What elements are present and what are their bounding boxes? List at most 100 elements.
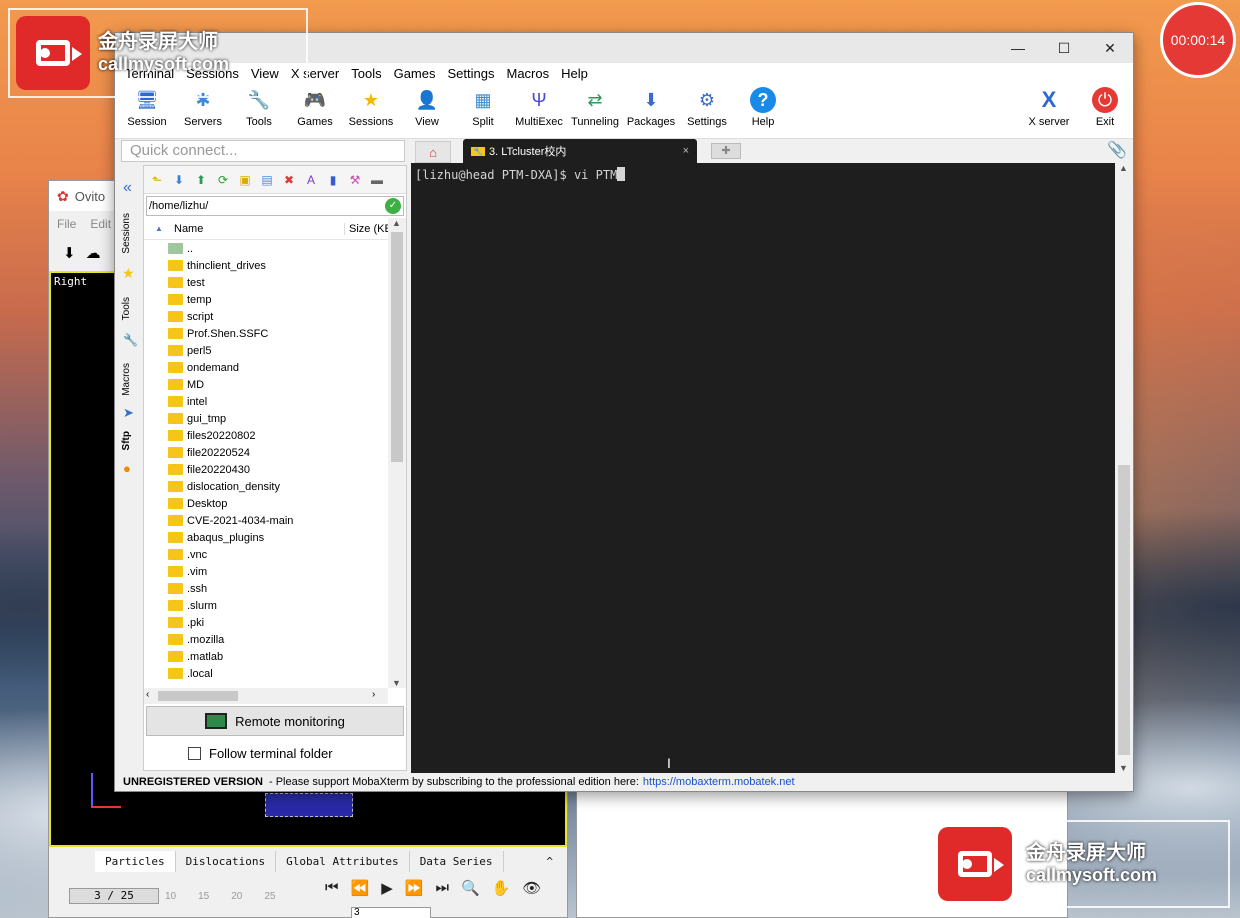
column-name[interactable]: Name bbox=[174, 223, 344, 235]
quick-connect-input[interactable]: Quick connect... bbox=[121, 140, 405, 162]
menu-games[interactable]: Games bbox=[388, 66, 442, 81]
file-row[interactable]: .vim bbox=[144, 563, 388, 580]
maximize-icon[interactable]: ☐ bbox=[1041, 33, 1087, 63]
side-tab-sessions[interactable]: Sessions bbox=[121, 213, 137, 254]
file-row[interactable]: .matlab bbox=[144, 648, 388, 665]
pan-hand-icon[interactable]: ✋ bbox=[492, 879, 511, 897]
rename-icon[interactable]: A bbox=[302, 171, 320, 189]
chevron-up-icon[interactable]: ^ bbox=[536, 851, 563, 872]
minimize-icon[interactable]: — bbox=[995, 33, 1041, 63]
file-row[interactable]: temp bbox=[144, 291, 388, 308]
hscroll-thumb[interactable] bbox=[158, 691, 238, 701]
file-row[interactable]: .pki bbox=[144, 614, 388, 631]
file-row[interactable]: files20220802 bbox=[144, 427, 388, 444]
cloud-download-icon[interactable]: ☁ bbox=[86, 244, 101, 262]
toolbar-packages-button[interactable]: ⬇ Packages bbox=[623, 83, 679, 129]
settings-wand-icon[interactable]: ⚒ bbox=[346, 171, 364, 189]
first-frame-icon[interactable]: ⏮ bbox=[325, 879, 339, 897]
file-row[interactable]: dislocation_density bbox=[144, 478, 388, 495]
close-tab-icon[interactable]: × bbox=[683, 145, 689, 157]
file-row[interactable]: .. bbox=[144, 240, 388, 257]
tools-icon[interactable]: 🔧 bbox=[123, 333, 138, 347]
upload-icon[interactable]: ⬆ bbox=[192, 171, 210, 189]
tab-dislocations[interactable]: Dislocations bbox=[176, 850, 277, 872]
toolbar-x-server-button[interactable]: X X server bbox=[1021, 83, 1077, 128]
file-row[interactable]: perl5 bbox=[144, 342, 388, 359]
tab-global-attributes[interactable]: Global Attributes bbox=[276, 850, 410, 872]
refresh-icon[interactable]: ⟳ bbox=[214, 171, 232, 189]
file-list-hscroll[interactable]: ‹ › bbox=[144, 688, 388, 704]
follow-terminal-folder[interactable]: Follow terminal folder bbox=[188, 746, 333, 761]
menu-help[interactable]: Help bbox=[555, 66, 594, 81]
scroll-up-icon[interactable]: ▲ bbox=[392, 218, 401, 228]
new-folder-icon[interactable]: ▣ bbox=[236, 171, 254, 189]
terminal-scrollbar[interactable]: ▲ ▼ bbox=[1115, 163, 1133, 773]
download-icon[interactable]: ⬇ bbox=[170, 171, 188, 189]
toolbar-tunneling-button[interactable]: ⇄ Tunneling bbox=[567, 83, 623, 129]
fast-forward-icon[interactable]: ⏩ bbox=[405, 879, 424, 897]
file-row[interactable]: Prof.Shen.SSFC bbox=[144, 325, 388, 342]
scroll-thumb[interactable] bbox=[391, 232, 403, 462]
collapse-chevron-icon[interactable]: « bbox=[123, 179, 132, 197]
checkmark-icon[interactable]: ✓ bbox=[385, 198, 401, 214]
side-tab-macros[interactable]: Macros bbox=[121, 363, 137, 396]
menu-macros[interactable]: Macros bbox=[500, 66, 555, 81]
toolbar-sessions-button[interactable]: ★ Sessions bbox=[343, 83, 399, 129]
toolbar-exit-button[interactable]: ⏻ Exit bbox=[1077, 83, 1133, 128]
toolbar-help-button[interactable]: ? Help bbox=[735, 83, 791, 128]
scroll-left-icon[interactable]: ‹ bbox=[146, 689, 149, 700]
file-row[interactable]: Desktop bbox=[144, 495, 388, 512]
file-row[interactable]: MD bbox=[144, 376, 388, 393]
ovito-menu-file[interactable]: File bbox=[57, 217, 76, 231]
file-row[interactable]: .ssh bbox=[144, 580, 388, 597]
eye-icon[interactable]: 👁 bbox=[522, 879, 541, 897]
file-row[interactable]: abaqus_plugins bbox=[144, 529, 388, 546]
remote-monitoring-button[interactable]: Remote monitoring bbox=[146, 706, 404, 736]
parent-folder-icon[interactable]: ⬑ bbox=[148, 171, 166, 189]
file-row[interactable]: ondemand bbox=[144, 359, 388, 376]
file-row[interactable]: .vnc bbox=[144, 546, 388, 563]
recording-timer[interactable]: 00:00:14 bbox=[1160, 2, 1236, 78]
file-row[interactable]: intel bbox=[144, 393, 388, 410]
scroll-right-icon[interactable]: › bbox=[372, 689, 375, 700]
toolbar-multiexec-button[interactable]: Ψ MultiExec bbox=[511, 83, 567, 129]
close-icon[interactable]: ✕ bbox=[1087, 33, 1133, 63]
terminal-mini-icon[interactable]: ▬ bbox=[368, 171, 386, 189]
toolbar-split-button[interactable]: ▦ Split bbox=[455, 83, 511, 129]
viewport-caption[interactable]: Right bbox=[54, 275, 87, 288]
toolbar-settings-button[interactable]: ⚙ Settings bbox=[679, 83, 735, 129]
rewind-icon[interactable]: ⏪ bbox=[351, 879, 370, 897]
download-icon[interactable]: ⬇ bbox=[63, 244, 76, 262]
column-size[interactable]: Size (KE bbox=[344, 222, 392, 235]
terminal-area[interactable]: [lizhu@head PTM-DXA]$ vi PTM I bbox=[411, 163, 1115, 773]
file-list-vscroll[interactable]: ▲ ▼ bbox=[388, 218, 406, 688]
tab-particles[interactable]: Particles bbox=[95, 850, 176, 872]
terminal-tab[interactable]: 🔧 3. LTcluster校内 × bbox=[463, 139, 697, 163]
new-tab-button[interactable]: ✚ bbox=[711, 143, 741, 159]
file-row[interactable]: .local bbox=[144, 665, 388, 682]
last-frame-icon[interactable]: ⏭ bbox=[435, 879, 449, 897]
paperclip-icon[interactable]: 📎 bbox=[1107, 140, 1127, 160]
file-row[interactable]: file20220430 bbox=[144, 461, 388, 478]
tab-data-series[interactable]: Data Series bbox=[410, 850, 504, 872]
new-file-icon[interactable]: ▤ bbox=[258, 171, 276, 189]
file-row[interactable]: .mozilla bbox=[144, 631, 388, 648]
terminal-scroll-thumb[interactable] bbox=[1118, 465, 1130, 755]
play-icon[interactable]: ▶ bbox=[381, 879, 393, 897]
menu-tools[interactable]: Tools bbox=[345, 66, 387, 81]
file-row[interactable]: test bbox=[144, 274, 388, 291]
sftp-globe-icon[interactable]: ● bbox=[123, 461, 131, 476]
follow-checkbox[interactable] bbox=[188, 747, 201, 760]
toolbar-view-button[interactable]: 👤 View bbox=[399, 83, 455, 129]
side-tab-sftp[interactable]: Sftp bbox=[121, 431, 137, 450]
file-row[interactable]: file20220524 bbox=[144, 444, 388, 461]
scroll-down-icon[interactable]: ▼ bbox=[392, 678, 401, 688]
sftp-path-field[interactable]: /home/lizhu/ ✓ bbox=[146, 196, 404, 216]
send-icon[interactable]: ➤ bbox=[123, 405, 134, 421]
file-row[interactable]: thinclient_drives bbox=[144, 257, 388, 274]
frame-spinner[interactable]: 3 bbox=[351, 907, 431, 918]
scroll-down-icon[interactable]: ▼ bbox=[1119, 763, 1128, 773]
menu-settings[interactable]: Settings bbox=[442, 66, 501, 81]
frame-indicator[interactable]: 3 / 25 bbox=[69, 888, 159, 904]
zoom-icon[interactable]: 🔍 bbox=[461, 879, 480, 897]
